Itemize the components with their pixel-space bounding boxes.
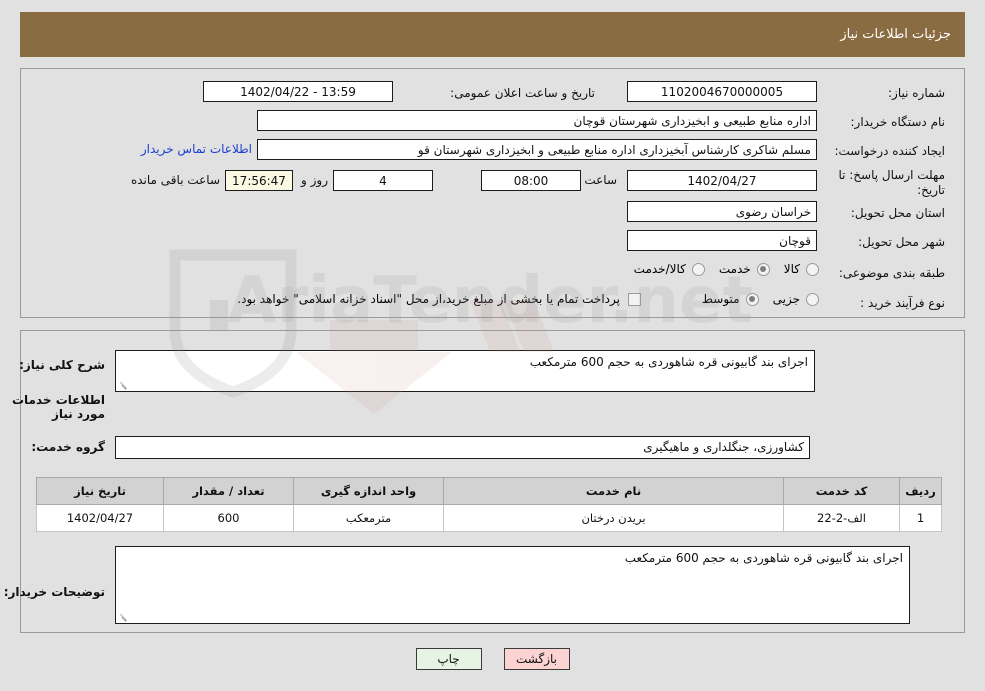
category-label: طبقه بندی موضوعی: [838,266,945,280]
th-need-date: تاریخ نیاز [36,477,164,505]
general-description-label: شرح کلی نیاز: [19,358,105,372]
action-button-bar: بازگشت چاپ [0,648,985,670]
province-label: استان محل تحویل: [850,206,945,220]
requester-label: ایجاد کننده درخواست: [834,144,945,158]
service-group-label: گروه خدمت: [31,440,105,454]
back-button[interactable]: بازگشت [503,648,570,670]
need-number-label: شماره نیاز: [888,86,945,100]
resize-grip-icon[interactable] [118,378,130,390]
cell-quantity: 600 [163,504,294,532]
city-label: شهر محل تحویل: [858,235,945,249]
services-table: ردیف کد خدمت نام خدمت واحد اندازه گیری ت… [36,477,942,532]
province-value: خراسان رضوی [627,201,817,222]
process-label-motevaset: متوسط [701,292,740,306]
process-radio-motevaset[interactable] [745,292,759,306]
row-requester: ایجاد کننده درخواست: [817,140,945,162]
process-radio-jozii[interactable] [806,292,819,306]
row-need-number: شماره نیاز: [817,82,945,104]
process-label: نوع فرآیند خرید : [860,296,945,310]
cell-service-code: الف-2-22 [783,504,900,532]
deadline-date-value: 1402/04/27 [627,170,817,191]
need-number-value: 1102004670000005 [627,81,817,102]
table-header-row: ردیف کد خدمت نام خدمت واحد اندازه گیری ت… [36,477,942,505]
cell-unit: مترمعکب [293,504,444,532]
announce-value: 13:59 - 1402/04/22 [203,81,393,102]
buyer-org-label: نام دستگاه خریدار: [850,115,946,129]
countdown-value: 17:56:47 [225,170,293,191]
th-service-code: کد خدمت [783,477,900,505]
buyer-notes-value: اجرای بند گابیونی قره شاهوردی به حجم 600… [624,551,903,565]
buyer-notes-textarea[interactable]: اجرای بند گابیونی قره شاهوردی به حجم 600… [115,546,910,624]
page-root: جزئیات اطلاعات نیاز شماره نیاز: 11020046… [0,0,985,691]
page-title: جزئیات اطلاعات نیاز [840,27,951,42]
resize-grip-icon-notes[interactable] [118,610,130,622]
services-section-heading: اطلاعات خدمات مورد نیاز [11,393,105,421]
service-group-value: کشاورزی، جنگلداری و ماهیگیری [115,436,810,459]
th-unit: واحد اندازه گیری [293,477,444,505]
row-process: نوع فرآیند خرید : [817,292,945,314]
category-radio-kala[interactable] [806,262,819,276]
th-quantity: تعداد / مقدار [163,477,294,505]
announce-label: تاریخ و ساعت اعلان عمومی: [450,86,595,100]
deadline-label: مهلت ارسال پاسخ: تا تاریخ: [838,168,945,197]
buyer-notes-label: توضیحات خریدار: [3,585,105,599]
row-province: استان محل تحویل: [817,202,945,224]
hour-value: 08:00 [481,170,581,191]
services-table-wrap: ردیف کد خدمت نام خدمت واحد اندازه گیری ت… [36,477,942,532]
treasury-checkbox-wrap: پرداخت تمام یا بخشی از مبلغ خرید،از محل … [227,292,645,306]
row-city: شهر محل تحویل: [817,231,945,253]
category-radio-khedmat[interactable] [756,262,770,276]
requester-value: مسلم شاکری کارشناس آبخیزداری اداره منابع… [257,139,817,160]
print-button[interactable]: چاپ [415,648,482,670]
process-label-jozii: جزیی [772,292,800,306]
general-description-value: اجرای بند گابیونی قره شاهوردی به حجم 600… [529,355,808,369]
th-service-name: نام خدمت [443,477,784,505]
category-label-kala: کالا [783,262,800,276]
buyer-org-value: اداره منابع طبیعی و ابخیزداری شهرستان قو… [257,110,817,131]
row-category: طبقه بندی موضوعی: [817,262,945,284]
treasury-checkbox[interactable] [628,292,641,306]
cell-radif: 1 [899,504,942,532]
buyer-contact-link[interactable]: اطلاعات تماس خریدار [141,142,252,156]
cell-need-date: 1402/04/27 [36,504,164,532]
row-buyer-org: نام دستگاه خریدار: [817,111,946,133]
category-radio-group: کالا خدمت کالا/خدمت [624,262,823,276]
days-value: 4 [333,170,433,191]
countdown-label: ساعت باقی مانده [130,173,220,187]
treasury-checkbox-label: پرداخت تمام یا بخشی از مبلغ خرید،از محل … [237,292,620,306]
general-description-textarea[interactable]: اجرای بند گابیونی قره شاهوردی به حجم 600… [115,350,815,392]
category-label-khedmat: خدمت [718,262,751,276]
hour-label: ساعت [584,173,617,187]
row-deadline: مهلت ارسال پاسخ: تا تاریخ: [817,168,945,204]
category-label-kala-khedmat: کالا/خدمت [633,262,686,276]
page-header: جزئیات اطلاعات نیاز [20,12,965,57]
table-row: 1 الف-2-22 بریدن درختان مترمعکب 600 1402… [36,504,942,532]
days-label: روز و [301,173,328,187]
city-value: قوچان [627,230,817,251]
cell-service-name: بریدن درختان [443,504,784,532]
category-radio-kala-khedmat[interactable] [691,262,705,276]
th-radif: ردیف [899,477,942,505]
process-radio-group: جزیی متوسط [692,292,823,306]
row-announce: تاریخ و ساعت اعلان عمومی: [450,82,595,104]
